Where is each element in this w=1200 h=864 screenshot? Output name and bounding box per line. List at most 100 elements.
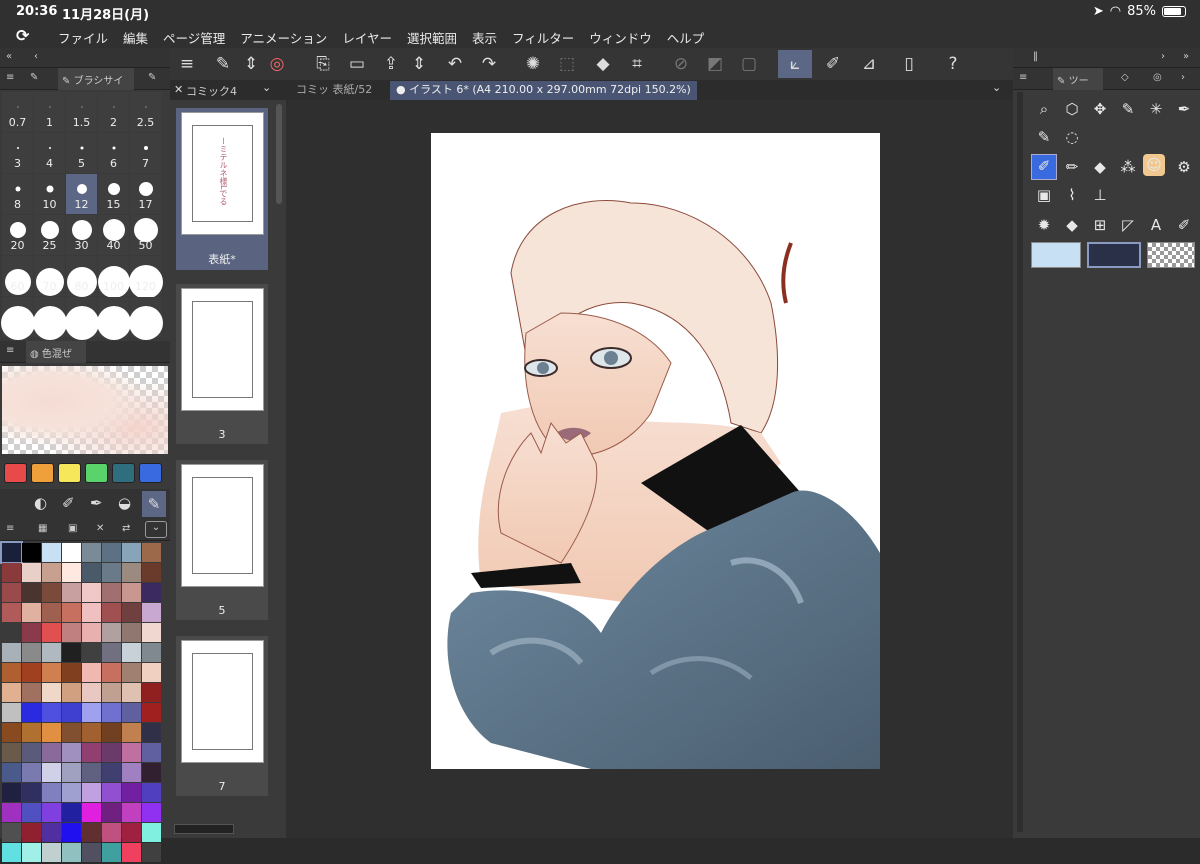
brush-size-option[interactable]: 10: [34, 174, 65, 214]
perspective-icon[interactable]: ⊿: [856, 52, 882, 76]
transparent-color-swatch[interactable]: [1147, 242, 1195, 268]
tab-comic-cover[interactable]: コミッ 表紙/52: [290, 81, 378, 100]
palette-color-swatch[interactable]: [102, 743, 121, 762]
palette-color-swatch[interactable]: [82, 543, 101, 562]
palette-color-swatch[interactable]: [62, 703, 81, 722]
menu-layer[interactable]: レイヤー: [342, 28, 392, 47]
film-icon[interactable]: ▦: [38, 523, 47, 534]
palette-color-swatch[interactable]: [2, 803, 21, 822]
palette-color-swatch[interactable]: [102, 643, 121, 662]
lasso-icon[interactable]: ◌: [1061, 126, 1083, 148]
palette-color-swatch[interactable]: [62, 683, 81, 702]
page-manager-tab[interactable]: コミック4: [186, 83, 237, 99]
menu-window[interactable]: ウィンドウ: [589, 28, 652, 47]
marker-icon[interactable]: ✒: [90, 494, 103, 512]
brush-size-option[interactable]: [64, 297, 99, 340]
save-palette-icon[interactable]: ▣: [68, 523, 77, 534]
palette-color-swatch[interactable]: [142, 563, 161, 582]
palette-color-swatch[interactable]: [42, 563, 61, 582]
palette-color-swatch[interactable]: [122, 563, 141, 582]
pencil-icon[interactable]: ✏: [1061, 156, 1083, 178]
menu-help[interactable]: ヘルプ: [667, 28, 705, 47]
brush-size-option[interactable]: 1.5: [66, 92, 97, 132]
palette-color-swatch[interactable]: [122, 823, 141, 842]
palette-color-swatch[interactable]: [62, 643, 81, 662]
palette-color-swatch[interactable]: [122, 803, 141, 822]
palette-color-swatch[interactable]: [122, 723, 141, 742]
palette-color-swatch[interactable]: [82, 623, 101, 642]
palette-color-swatch[interactable]: [142, 543, 161, 562]
panel-menu-icon[interactable]: ≡: [6, 345, 14, 356]
quick-color-swatch[interactable]: [139, 463, 162, 483]
layer-tab-icon[interactable]: ◇: [1121, 72, 1129, 83]
palette-color-swatch[interactable]: [2, 663, 21, 682]
tab-tool[interactable]: ✎ ツー: [1053, 68, 1103, 90]
palette-color-swatch[interactable]: [142, 683, 161, 702]
brush-size-option[interactable]: 8: [2, 174, 33, 214]
palette-color-swatch[interactable]: [102, 683, 121, 702]
palette-color-swatch[interactable]: [22, 603, 41, 622]
palette-color-swatch[interactable]: [122, 643, 141, 662]
brush-size-option[interactable]: 5: [66, 133, 97, 173]
blend-tool-icon[interactable]: ⌇: [1061, 184, 1083, 206]
palette-color-swatch[interactable]: [82, 723, 101, 742]
palette-color-swatch[interactable]: [142, 803, 161, 822]
palette-color-swatch[interactable]: [2, 843, 21, 862]
palette-color-swatch[interactable]: [142, 743, 161, 762]
palette-color-swatch[interactable]: [62, 763, 81, 782]
sub-color-swatch[interactable]: [1087, 242, 1141, 268]
drawing-canvas[interactable]: [431, 133, 880, 769]
palette-color-swatch[interactable]: [22, 823, 41, 842]
chevron-down-icon[interactable]: ⌄: [262, 81, 271, 94]
palette-color-swatch[interactable]: [122, 783, 141, 802]
palette-color-swatch[interactable]: [2, 703, 21, 722]
main-color-swatch[interactable]: [1031, 242, 1081, 268]
chevron-updown-icon[interactable]: ⇕: [406, 52, 432, 76]
palette-color-swatch[interactable]: [82, 683, 101, 702]
clear-icon[interactable]: ▢: [736, 52, 762, 76]
quick-color-swatch[interactable]: [58, 463, 81, 483]
menu-animation[interactable]: アニメーション: [240, 28, 327, 47]
drops-icon[interactable]: ◒: [118, 494, 131, 512]
palette-color-swatch[interactable]: [82, 803, 101, 822]
app-logo-icon[interactable]: ⟳: [16, 26, 36, 46]
palette-color-swatch[interactable]: [22, 723, 41, 742]
brush-size-option[interactable]: 40: [98, 215, 129, 255]
palette-color-swatch[interactable]: [22, 563, 41, 582]
palette-color-swatch[interactable]: [42, 783, 61, 802]
palette-color-swatch[interactable]: [142, 763, 161, 782]
settings-gear-icon[interactable]: ⚙: [1173, 156, 1195, 178]
chevron-right-icon[interactable]: ›: [1181, 72, 1185, 83]
palette-color-swatch[interactable]: [22, 703, 41, 722]
quick-color-swatch[interactable]: [85, 463, 108, 483]
redo-icon[interactable]: ↷: [476, 52, 502, 76]
palette-color-swatch[interactable]: [42, 583, 61, 602]
selection-icon[interactable]: ⬚: [554, 52, 580, 76]
panel-menu-icon[interactable]: ≡: [1019, 72, 1027, 83]
object-select-icon[interactable]: ⬡: [1061, 98, 1083, 120]
quick-color-swatch[interactable]: [4, 463, 27, 483]
move-icon[interactable]: ✥: [1089, 98, 1111, 120]
palette-color-swatch[interactable]: [122, 743, 141, 762]
invert-icon[interactable]: ◩: [702, 52, 728, 76]
palette-color-swatch[interactable]: [142, 643, 161, 662]
ruler-icon[interactable]: ◸: [1117, 214, 1139, 236]
palette-color-swatch[interactable]: [82, 563, 101, 582]
palette-color-swatch[interactable]: [82, 643, 101, 662]
palette-color-swatch[interactable]: [102, 803, 121, 822]
airbrush-icon[interactable]: ⁂: [1117, 156, 1139, 178]
palette-color-swatch[interactable]: [22, 743, 41, 762]
fill-icon[interactable]: ◆: [590, 52, 616, 76]
right-panel-scrollbar[interactable]: [1017, 92, 1023, 832]
brush-size-option[interactable]: [96, 297, 131, 340]
color-mix-canvas[interactable]: [2, 366, 168, 454]
brush-size-option[interactable]: 20: [2, 215, 33, 255]
chevron-right-icon[interactable]: ›: [1161, 51, 1165, 62]
palette-color-swatch[interactable]: [122, 623, 141, 642]
palette-color-swatch[interactable]: [62, 623, 81, 642]
palette-color-swatch[interactable]: [102, 623, 121, 642]
brush-size-option[interactable]: 2: [98, 92, 129, 132]
brush-size-option[interactable]: 12: [66, 174, 97, 214]
brush-snap-icon[interactable]: ✐: [820, 52, 846, 76]
palette-color-swatch[interactable]: [62, 843, 81, 862]
